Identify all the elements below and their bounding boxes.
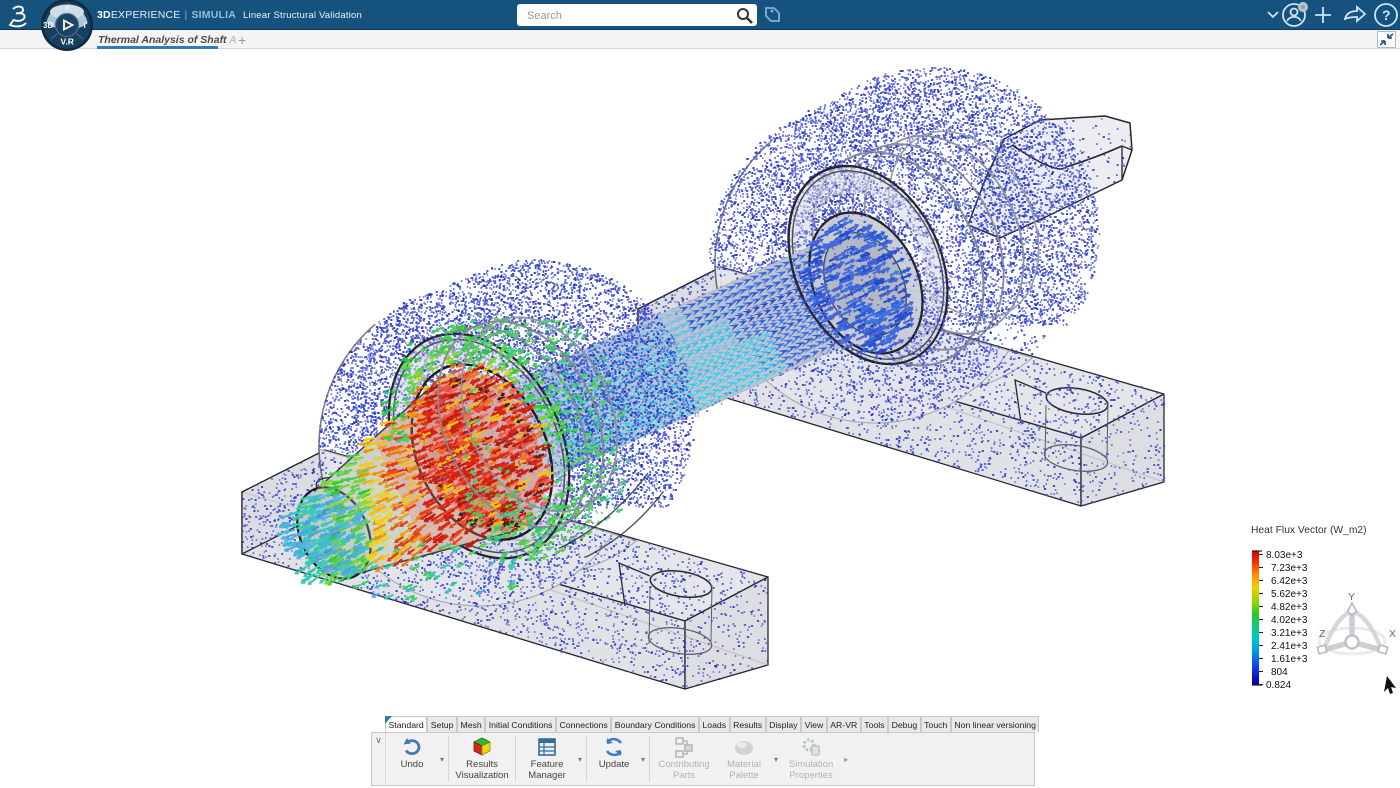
svg-text:Y: Y <box>1348 591 1355 603</box>
svg-text:0.824: 0.824 <box>1266 680 1291 691</box>
svg-text:?: ? <box>1382 7 1391 23</box>
svg-text:6.42e+3: 6.42e+3 <box>1271 576 1308 587</box>
svg-text:7.23e+3: 7.23e+3 <box>1271 563 1308 574</box>
svg-text:Search: Search <box>527 10 562 22</box>
svg-text:8.03e+3: 8.03e+3 <box>1266 550 1303 561</box>
svg-text:Z: Z <box>1319 628 1326 640</box>
svg-text:3.21e+3: 3.21e+3 <box>1271 628 1308 639</box>
svg-text:4.82e+3: 4.82e+3 <box>1271 602 1308 613</box>
svg-text:1.61e+3: 1.61e+3 <box>1271 654 1308 665</box>
svg-text:I': I' <box>84 21 88 30</box>
svg-text:3D: 3D <box>43 21 53 30</box>
svg-text:V.R: V.R <box>61 37 74 47</box>
svg-text:5.62e+3: 5.62e+3 <box>1271 589 1308 600</box>
svg-text:Heat Flux Vector (W_m2): Heat Flux Vector (W_m2) <box>1251 525 1367 536</box>
svg-text:2.41e+3: 2.41e+3 <box>1271 641 1308 652</box>
svg-text:4.02e+3: 4.02e+3 <box>1271 615 1308 626</box>
svg-text:X: X <box>1389 628 1396 640</box>
svg-text:804: 804 <box>1271 667 1288 678</box>
